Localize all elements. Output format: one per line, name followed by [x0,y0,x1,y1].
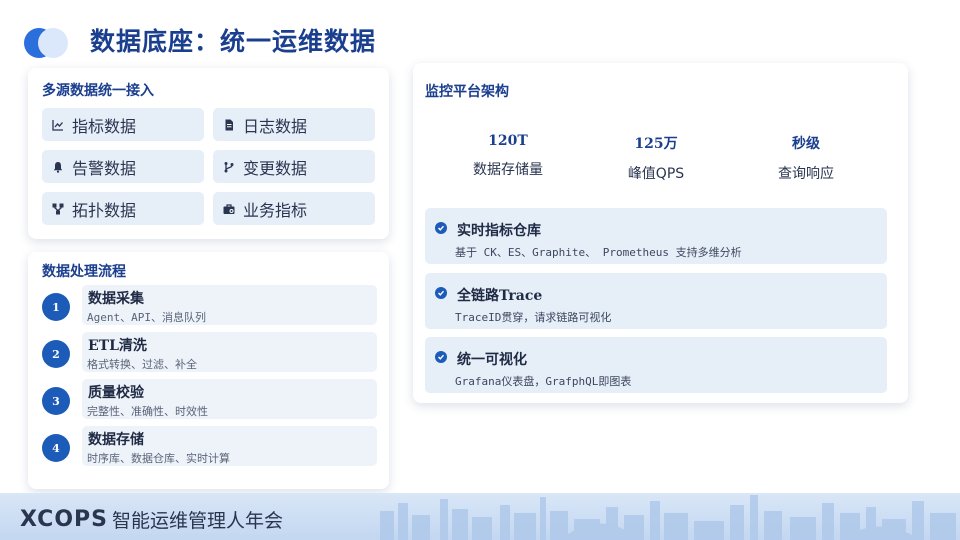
feature-item: 实时指标仓库 基于 CK、ES、Graphite、 Prometheus 支持多… [425,208,887,264]
logo-circle-light [38,28,68,58]
footer-brand: XCOPS 智能运维管理人年会 [20,506,283,533]
source-business[interactable]: 业务指标 [213,192,375,225]
brand-name: 智能运维管理人年会 [112,510,284,532]
processing-flow-title: 数据处理流程 [42,264,126,280]
stat-storage: 120T 数据存储量 [438,133,578,179]
page-title: 数据底座：统一运维数据 [90,27,377,56]
stat-value: 120T [488,133,528,149]
source-label: 告警数据 [72,158,137,178]
platform-architecture-title: 监控平台架构 [425,84,509,100]
feature-description: 基于 CK、ES、Graphite、 Prometheus 支持多维分析 [455,246,742,259]
step-title: 数据采集 [88,291,144,307]
topology-icon [52,203,64,215]
data-sources-grid: 指标数据 日志数据 告警数据 变更数据 拓扑数据 业务指标 [42,108,375,225]
process-step: 3 质量校验 完整性、准确性、时效性 [42,379,377,419]
feature-description: TraceID贯穿，请求链路可视化 [455,311,612,324]
stat-label: 峰值QPS [627,166,685,182]
step-box: 数据存储 时序库、数据仓库、实时计算 [82,426,377,466]
step-title: ETL清洗 [88,338,147,354]
step-box: ETL清洗 格式转换、过滤、补全 [82,332,377,372]
feature-description: Grafana仪表盘，GrafphQL即图表 [455,375,632,388]
feature-item: 统一可视化 Grafana仪表盘，GrafphQL即图表 [425,337,887,393]
brand-logo: XCOPS [20,507,108,532]
step-description: Agent、API、消息队列 [87,311,206,324]
branch-icon [223,161,235,173]
step-description: 格式转换、过滤、补全 [87,358,197,371]
source-topology[interactable]: 拓扑数据 [42,192,204,225]
check-badge-icon [435,351,447,363]
stat-value: 秒级 [792,136,820,152]
feature-title: 统一可视化 [457,352,527,368]
source-logs[interactable]: 日志数据 [213,108,375,141]
step-title: 数据存储 [88,432,144,448]
document-icon [223,119,235,131]
feature-title: 全链路Trace [457,288,543,304]
source-label: 日志数据 [243,116,308,136]
source-changes[interactable]: 变更数据 [213,150,375,183]
processing-flow-card: 数据处理流程 1 数据采集 Agent、API、消息队列 2 ETL清洗 格式转… [28,252,389,489]
stat-label: 查询响应 [778,166,834,182]
source-label: 变更数据 [243,158,308,178]
step-number-badge: 2 [42,340,70,368]
briefcase-icon [223,203,235,215]
bell-icon [52,161,64,173]
check-badge-icon [435,222,447,234]
step-box: 数据采集 Agent、API、消息队列 [82,285,377,325]
source-metrics[interactable]: 指标数据 [42,108,204,141]
step-description: 完整性、准确性、时效性 [87,405,208,418]
platform-architecture-card: 监控平台架构 120T 数据存储量 125万 峰值QPS 秒级 查询响应 实时指… [413,63,908,403]
stat-qps: 125万 峰值QPS [586,133,726,183]
step-box: 质量校验 完整性、准确性、时效性 [82,379,377,419]
step-number-badge: 3 [42,387,70,415]
source-label: 拓扑数据 [72,200,137,220]
data-sources-title: 多源数据统一接入 [42,83,154,99]
stat-value: 125万 [634,136,678,152]
feature-item: 全链路Trace TraceID贯穿，请求链路可视化 [425,273,887,329]
feature-title: 实时指标仓库 [457,223,541,239]
check-badge-icon [435,287,447,299]
process-step: 1 数据采集 Agent、API、消息队列 [42,285,377,325]
step-title: 质量校验 [88,385,144,401]
step-description: 时序库、数据仓库、实时计算 [87,452,230,465]
source-label: 业务指标 [243,200,308,220]
stat-query: 秒级 查询响应 [736,133,876,183]
process-step: 2 ETL清洗 格式转换、过滤、补全 [42,332,377,372]
step-number-badge: 1 [42,293,70,321]
data-sources-card: 多源数据统一接入 指标数据 日志数据 告警数据 变更数据 拓扑数据 业务指标 [28,68,389,239]
process-step: 4 数据存储 时序库、数据仓库、实时计算 [42,426,377,466]
step-number-badge: 4 [42,434,70,462]
line-chart-icon [52,119,64,131]
source-alerts[interactable]: 告警数据 [42,150,204,183]
stat-label: 数据存储量 [473,162,543,178]
source-label: 指标数据 [72,116,137,136]
header-logo-circles [24,26,76,60]
